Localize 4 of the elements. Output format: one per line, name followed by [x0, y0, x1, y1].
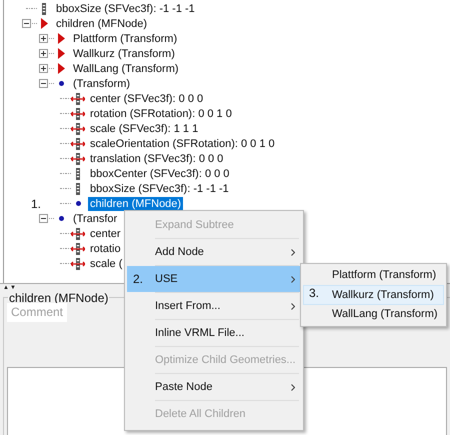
- step-number: 1.: [31, 196, 42, 210]
- group-title: children (MFNode): [8, 291, 110, 305]
- step-number: 3.: [309, 286, 320, 302]
- step-number: 2.: [133, 271, 144, 288]
